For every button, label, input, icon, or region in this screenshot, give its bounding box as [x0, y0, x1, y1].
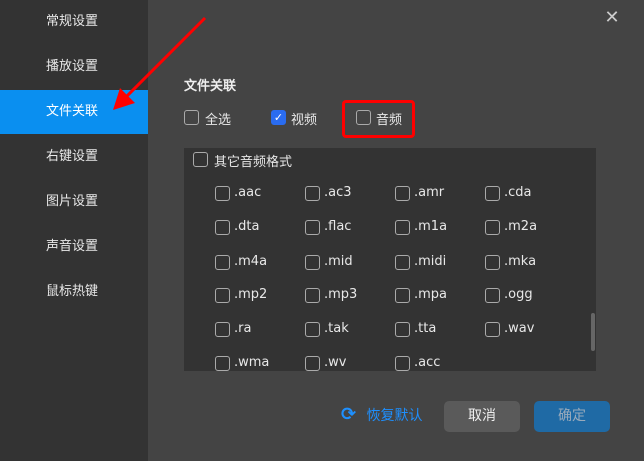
refresh-icon: ⟳	[341, 404, 357, 425]
cancel-button[interactable]: 取消	[444, 401, 520, 432]
restore-defaults-button[interactable]: ⟳ 恢复默认	[341, 404, 423, 425]
restore-label: 恢复默认	[366, 408, 423, 424]
ok-button[interactable]: 确定	[534, 401, 610, 432]
red-arrow-icon	[113, 16, 207, 110]
